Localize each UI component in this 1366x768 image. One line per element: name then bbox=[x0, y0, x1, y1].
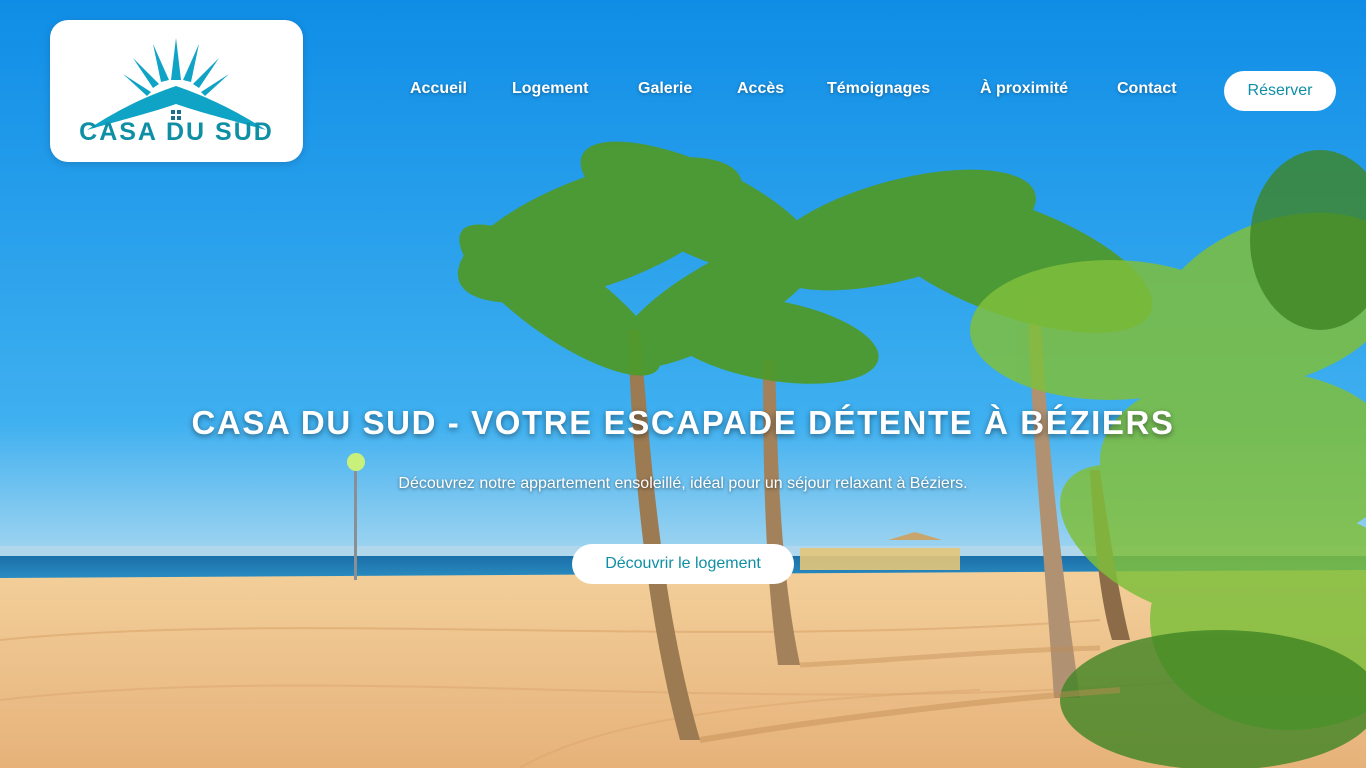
discover-listing-button[interactable]: Découvrir le logement bbox=[572, 544, 794, 584]
nav-item-logement[interactable]: Logement bbox=[512, 80, 588, 98]
site-logo[interactable]: CASA DU SUD bbox=[50, 20, 303, 162]
nav-item-accueil[interactable]: Accueil bbox=[410, 80, 467, 98]
hero-subtitle: Découvrez notre appartement ensoleillé, … bbox=[398, 475, 968, 492]
nav-item-contact[interactable]: Contact bbox=[1117, 80, 1177, 98]
nav-item-temoignages[interactable]: Témoignages bbox=[827, 80, 930, 98]
logo-wordmark: CASA DU SUD bbox=[79, 118, 274, 146]
hero-section: CASA DU SUD Accueil Logement Galerie Acc… bbox=[0, 0, 1366, 768]
hero-title: CASA DU SUD - VOTRE ESCAPADE DÉTENTE À B… bbox=[191, 404, 1175, 441]
nav-item-galerie[interactable]: Galerie bbox=[638, 80, 692, 98]
sun-house-logo-icon bbox=[87, 38, 266, 130]
nav-item-acces[interactable]: Accès bbox=[737, 80, 784, 98]
nav-item-a-proximite[interactable]: À proximité bbox=[980, 80, 1068, 98]
reserve-button[interactable]: Réserver bbox=[1224, 71, 1336, 111]
